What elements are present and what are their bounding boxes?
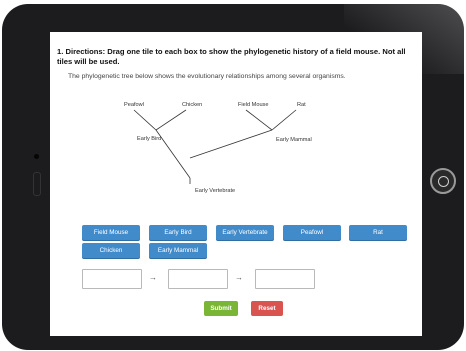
- tile-early-vertebrate[interactable]: Early Vertebrate: [216, 225, 274, 240]
- tile-field-mouse[interactable]: Field Mouse: [82, 225, 140, 240]
- drop-box-3[interactable]: [255, 269, 315, 289]
- drop-box-1[interactable]: [82, 269, 142, 289]
- reset-button[interactable]: Reset: [251, 301, 283, 316]
- tile-rat[interactable]: Rat: [349, 225, 407, 240]
- drop-box-2[interactable]: [168, 269, 228, 289]
- tree-label-chicken: Chicken: [182, 102, 203, 108]
- tile-chicken[interactable]: Chicken: [82, 243, 140, 258]
- tree-label-early-mammal: Early Mammal: [276, 137, 312, 143]
- submit-button[interactable]: Submit: [204, 301, 238, 316]
- camera-dot: [34, 154, 39, 159]
- tile-early-bird[interactable]: Early Bird: [149, 225, 207, 240]
- tree-label-field-mouse: Field Mouse: [238, 102, 269, 108]
- branch-peafowl: [133, 109, 157, 131]
- arrow-right-icon: →: [235, 273, 243, 282]
- branch-chicken: [155, 109, 187, 131]
- arrow-right-icon: →: [149, 273, 157, 282]
- side-slot: [33, 172, 41, 196]
- tree-label-rat: Rat: [297, 102, 306, 108]
- tile-early-mammal[interactable]: Early Mammal: [149, 243, 207, 258]
- tree-label-early-bird: Early Bird: [137, 136, 162, 142]
- phylogenetic-tree: [133, 109, 297, 184]
- tree-label-early-vertebrate: Early Vertebrate: [195, 188, 236, 194]
- question-screen: 1. Directions: Drag one tile to each box…: [50, 32, 422, 336]
- home-button-icon[interactable]: [430, 168, 456, 194]
- branch-field-mouse: [245, 109, 273, 131]
- branch-rat: [271, 109, 297, 131]
- tree-label-peafowl: Peafowl: [124, 102, 144, 108]
- branch-early-mammal: [189, 129, 273, 159]
- tablet-frame: 1. Directions: Drag one tile to each box…: [2, 4, 464, 350]
- tile-peafowl[interactable]: Peafowl: [283, 225, 341, 240]
